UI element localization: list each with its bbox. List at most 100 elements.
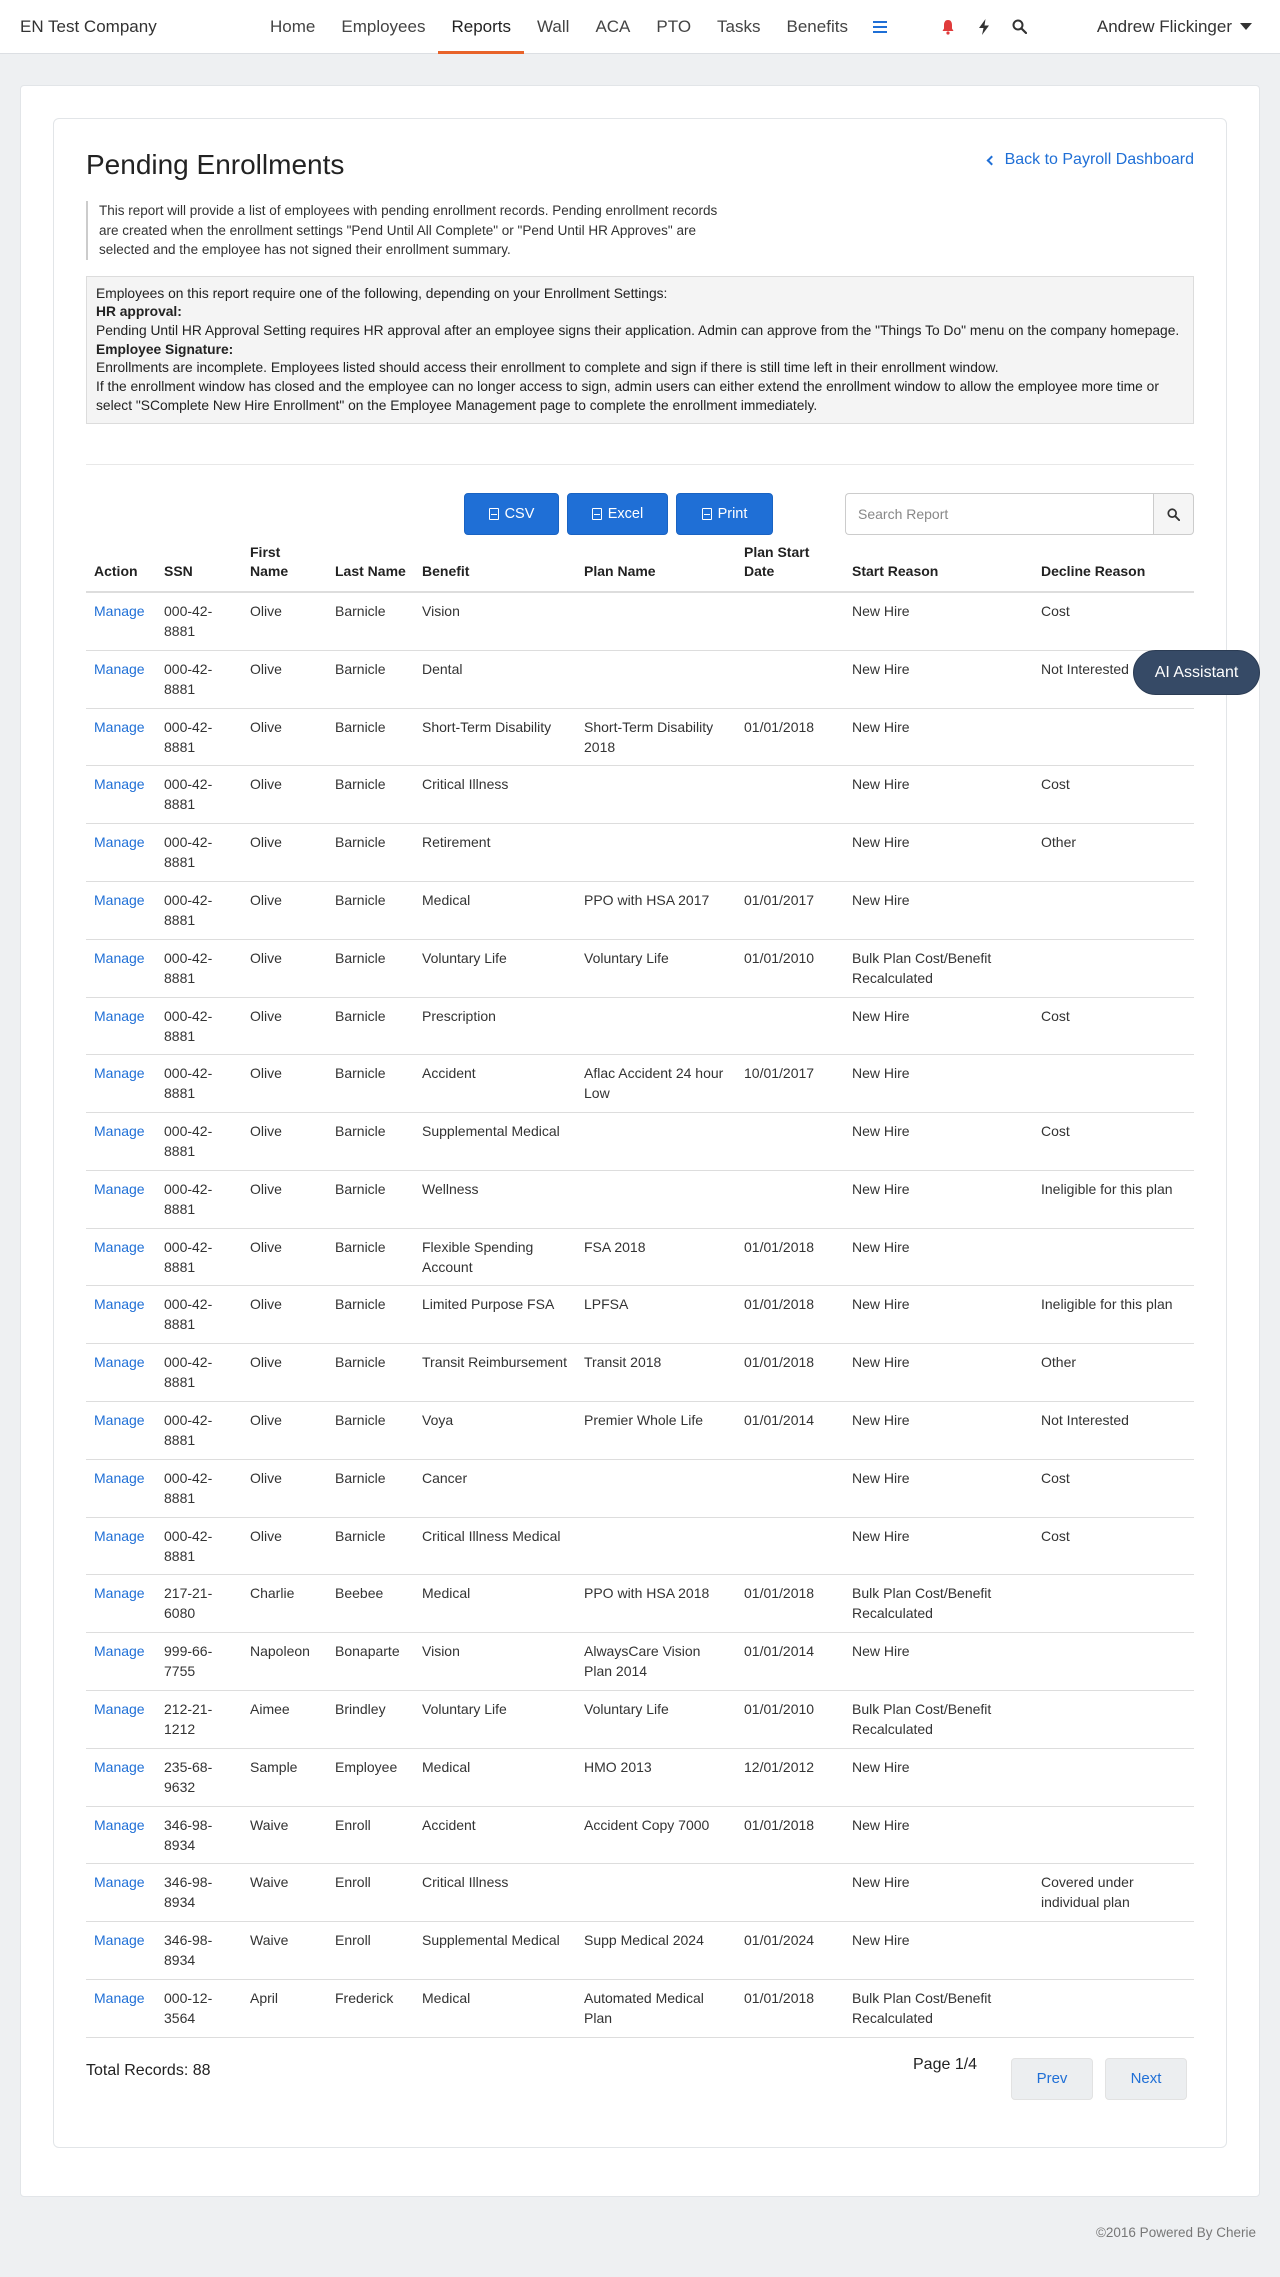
search-icon[interactable] — [1011, 18, 1029, 36]
cell-decline-reason: Not Interested — [1033, 1401, 1194, 1460]
excel-button[interactable]: Excel — [567, 493, 668, 536]
header-ssn: SSN — [156, 543, 242, 594]
cell-plan-start-date: 01/01/2014 — [736, 1401, 844, 1460]
cell-decline-reason — [1033, 881, 1194, 940]
prev-button[interactable]: Prev — [1011, 2057, 1093, 2100]
manage-link[interactable]: Manage — [86, 1054, 156, 1114]
cell-start-reason: New Hire — [844, 650, 1033, 709]
table-row: Manage 000-42-8881 Olive Barnicle Flexible S… — [86, 1228, 1194, 1287]
manage-link[interactable]: Manage — [86, 1343, 156, 1403]
header-plan-name: Plan Name — [576, 543, 736, 594]
ai-assistant-button[interactable]: AI Assistant — [1133, 650, 1260, 695]
header-decline-reason: Decline Reason — [1033, 543, 1194, 594]
cell-plan-start-date — [736, 823, 844, 882]
cell-start-reason: New Hire — [844, 1863, 1033, 1923]
nav-tasks[interactable]: Tasks — [704, 0, 773, 54]
table-row: Manage 000-42-8881 Olive Barnicle Accident Af… — [86, 1054, 1194, 1114]
nav-employees[interactable]: Employees — [328, 0, 438, 54]
cell-ssn: 000-42-8881 — [156, 708, 242, 767]
manage-link[interactable]: Manage — [86, 1170, 156, 1229]
cell-last-name: Barnicle — [327, 650, 414, 709]
top-navbar: EN Test Company Home Employees Reports Wall… — [0, 0, 1280, 54]
manage-link[interactable]: Manage — [86, 1748, 156, 1807]
cell-decline-reason: Cost — [1033, 1459, 1194, 1518]
manage-link[interactable]: Manage — [86, 1112, 156, 1171]
cell-ssn: 000-42-8881 — [156, 592, 242, 651]
manage-link[interactable]: Manage — [86, 1979, 156, 2038]
table-row: Manage 000-42-8881 Olive Barnicle Medical PPO… — [86, 881, 1194, 940]
manage-link[interactable]: Manage — [86, 1863, 156, 1923]
cell-plan-name — [576, 823, 736, 882]
file-icon — [591, 508, 602, 521]
manage-link[interactable]: Manage — [86, 592, 156, 651]
cell-last-name: Barnicle — [327, 939, 414, 998]
manage-link[interactable]: Manage — [86, 1517, 156, 1576]
nav-reports[interactable]: Reports — [438, 0, 524, 54]
manage-link[interactable]: Manage — [86, 997, 156, 1056]
user-menu[interactable]: Andrew Flickinger — [1097, 17, 1260, 37]
cell-start-reason: New Hire — [844, 1112, 1033, 1171]
section-divider — [86, 464, 1194, 466]
manage-link[interactable]: Manage — [86, 1632, 156, 1692]
menu-icon[interactable] — [872, 20, 887, 33]
cell-ssn: 000-42-8881 — [156, 997, 242, 1056]
table-row: Manage 346-98-8934 Waive Enroll Accident Acci… — [86, 1806, 1194, 1865]
table-row: Manage 000-42-8881 Olive Barnicle Dental New … — [86, 650, 1194, 709]
manage-link[interactable]: Manage — [86, 1690, 156, 1749]
cell-start-reason: New Hire — [844, 765, 1033, 825]
nav-wall[interactable]: Wall — [524, 0, 582, 54]
manage-link[interactable]: Manage — [86, 1401, 156, 1460]
cell-plan-name: HMO 2013 — [576, 1748, 736, 1807]
cell-plan-name: Voluntary Life — [576, 939, 736, 998]
cell-last-name: Barnicle — [327, 823, 414, 882]
cell-last-name: Barnicle — [327, 1343, 414, 1403]
cell-plan-name: Accident Copy 7000 — [576, 1806, 736, 1865]
cell-ssn: 000-42-8881 — [156, 1401, 242, 1460]
cell-start-reason: New Hire — [844, 823, 1033, 882]
manage-link[interactable]: Manage — [86, 1921, 156, 1981]
cell-plan-name — [576, 1517, 736, 1576]
cell-decline-reason: Covered under individual plan — [1033, 1863, 1194, 1923]
search-report-input[interactable] — [845, 493, 1153, 536]
manage-link[interactable]: Manage — [86, 765, 156, 825]
chevron-left-icon — [986, 155, 997, 165]
cell-decline-reason: Ineligible for this plan — [1033, 1170, 1194, 1229]
manage-link[interactable]: Manage — [86, 823, 156, 882]
header-benefit: Benefit — [414, 543, 576, 594]
nav-home[interactable]: Home — [257, 0, 328, 54]
manage-link[interactable]: Manage — [86, 708, 156, 767]
cell-plan-start-date: 01/01/2018 — [736, 1806, 844, 1865]
print-button[interactable]: Print — [676, 493, 773, 536]
cell-benefit: Vision — [414, 592, 576, 651]
cell-benefit: Accident — [414, 1806, 576, 1865]
csv-button[interactable]: CSV — [464, 493, 559, 536]
cell-decline-reason — [1033, 1748, 1194, 1807]
cell-first-name: Napoleon — [242, 1632, 327, 1692]
report-toolbar: CSV Excel Print — [86, 493, 1194, 536]
cell-benefit: Vision — [414, 1632, 576, 1692]
cell-decline-reason: Ineligible for this plan — [1033, 1285, 1194, 1345]
lightning-icon[interactable] — [975, 18, 993, 36]
manage-link[interactable]: Manage — [86, 881, 156, 940]
nav-benefits[interactable]: Benefits — [774, 0, 861, 54]
manage-link[interactable]: Manage — [86, 1228, 156, 1287]
cell-ssn: 346-98-8934 — [156, 1863, 242, 1923]
bell-icon[interactable] — [939, 18, 957, 36]
table-row: Manage 000-42-8881 Olive Barnicle Transit Re… — [86, 1343, 1194, 1403]
manage-link[interactable]: Manage — [86, 650, 156, 709]
search-button[interactable] — [1153, 493, 1194, 536]
back-to-payroll-link[interactable]: Back to Payroll Dashboard — [986, 151, 1194, 169]
company-brand[interactable]: EN Test Company — [20, 17, 257, 37]
manage-link[interactable]: Manage — [86, 1285, 156, 1345]
cell-last-name: Bonaparte — [327, 1632, 414, 1692]
nav-pto[interactable]: PTO — [643, 0, 704, 54]
manage-link[interactable]: Manage — [86, 1459, 156, 1518]
caret-down-icon — [1240, 23, 1252, 30]
next-button[interactable]: Next — [1105, 2057, 1187, 2100]
cell-plan-start-date: 01/01/2017 — [736, 881, 844, 940]
nav-aca[interactable]: ACA — [582, 0, 643, 54]
cell-last-name: Barnicle — [327, 1517, 414, 1576]
manage-link[interactable]: Manage — [86, 939, 156, 998]
manage-link[interactable]: Manage — [86, 1806, 156, 1865]
manage-link[interactable]: Manage — [86, 1574, 156, 1634]
